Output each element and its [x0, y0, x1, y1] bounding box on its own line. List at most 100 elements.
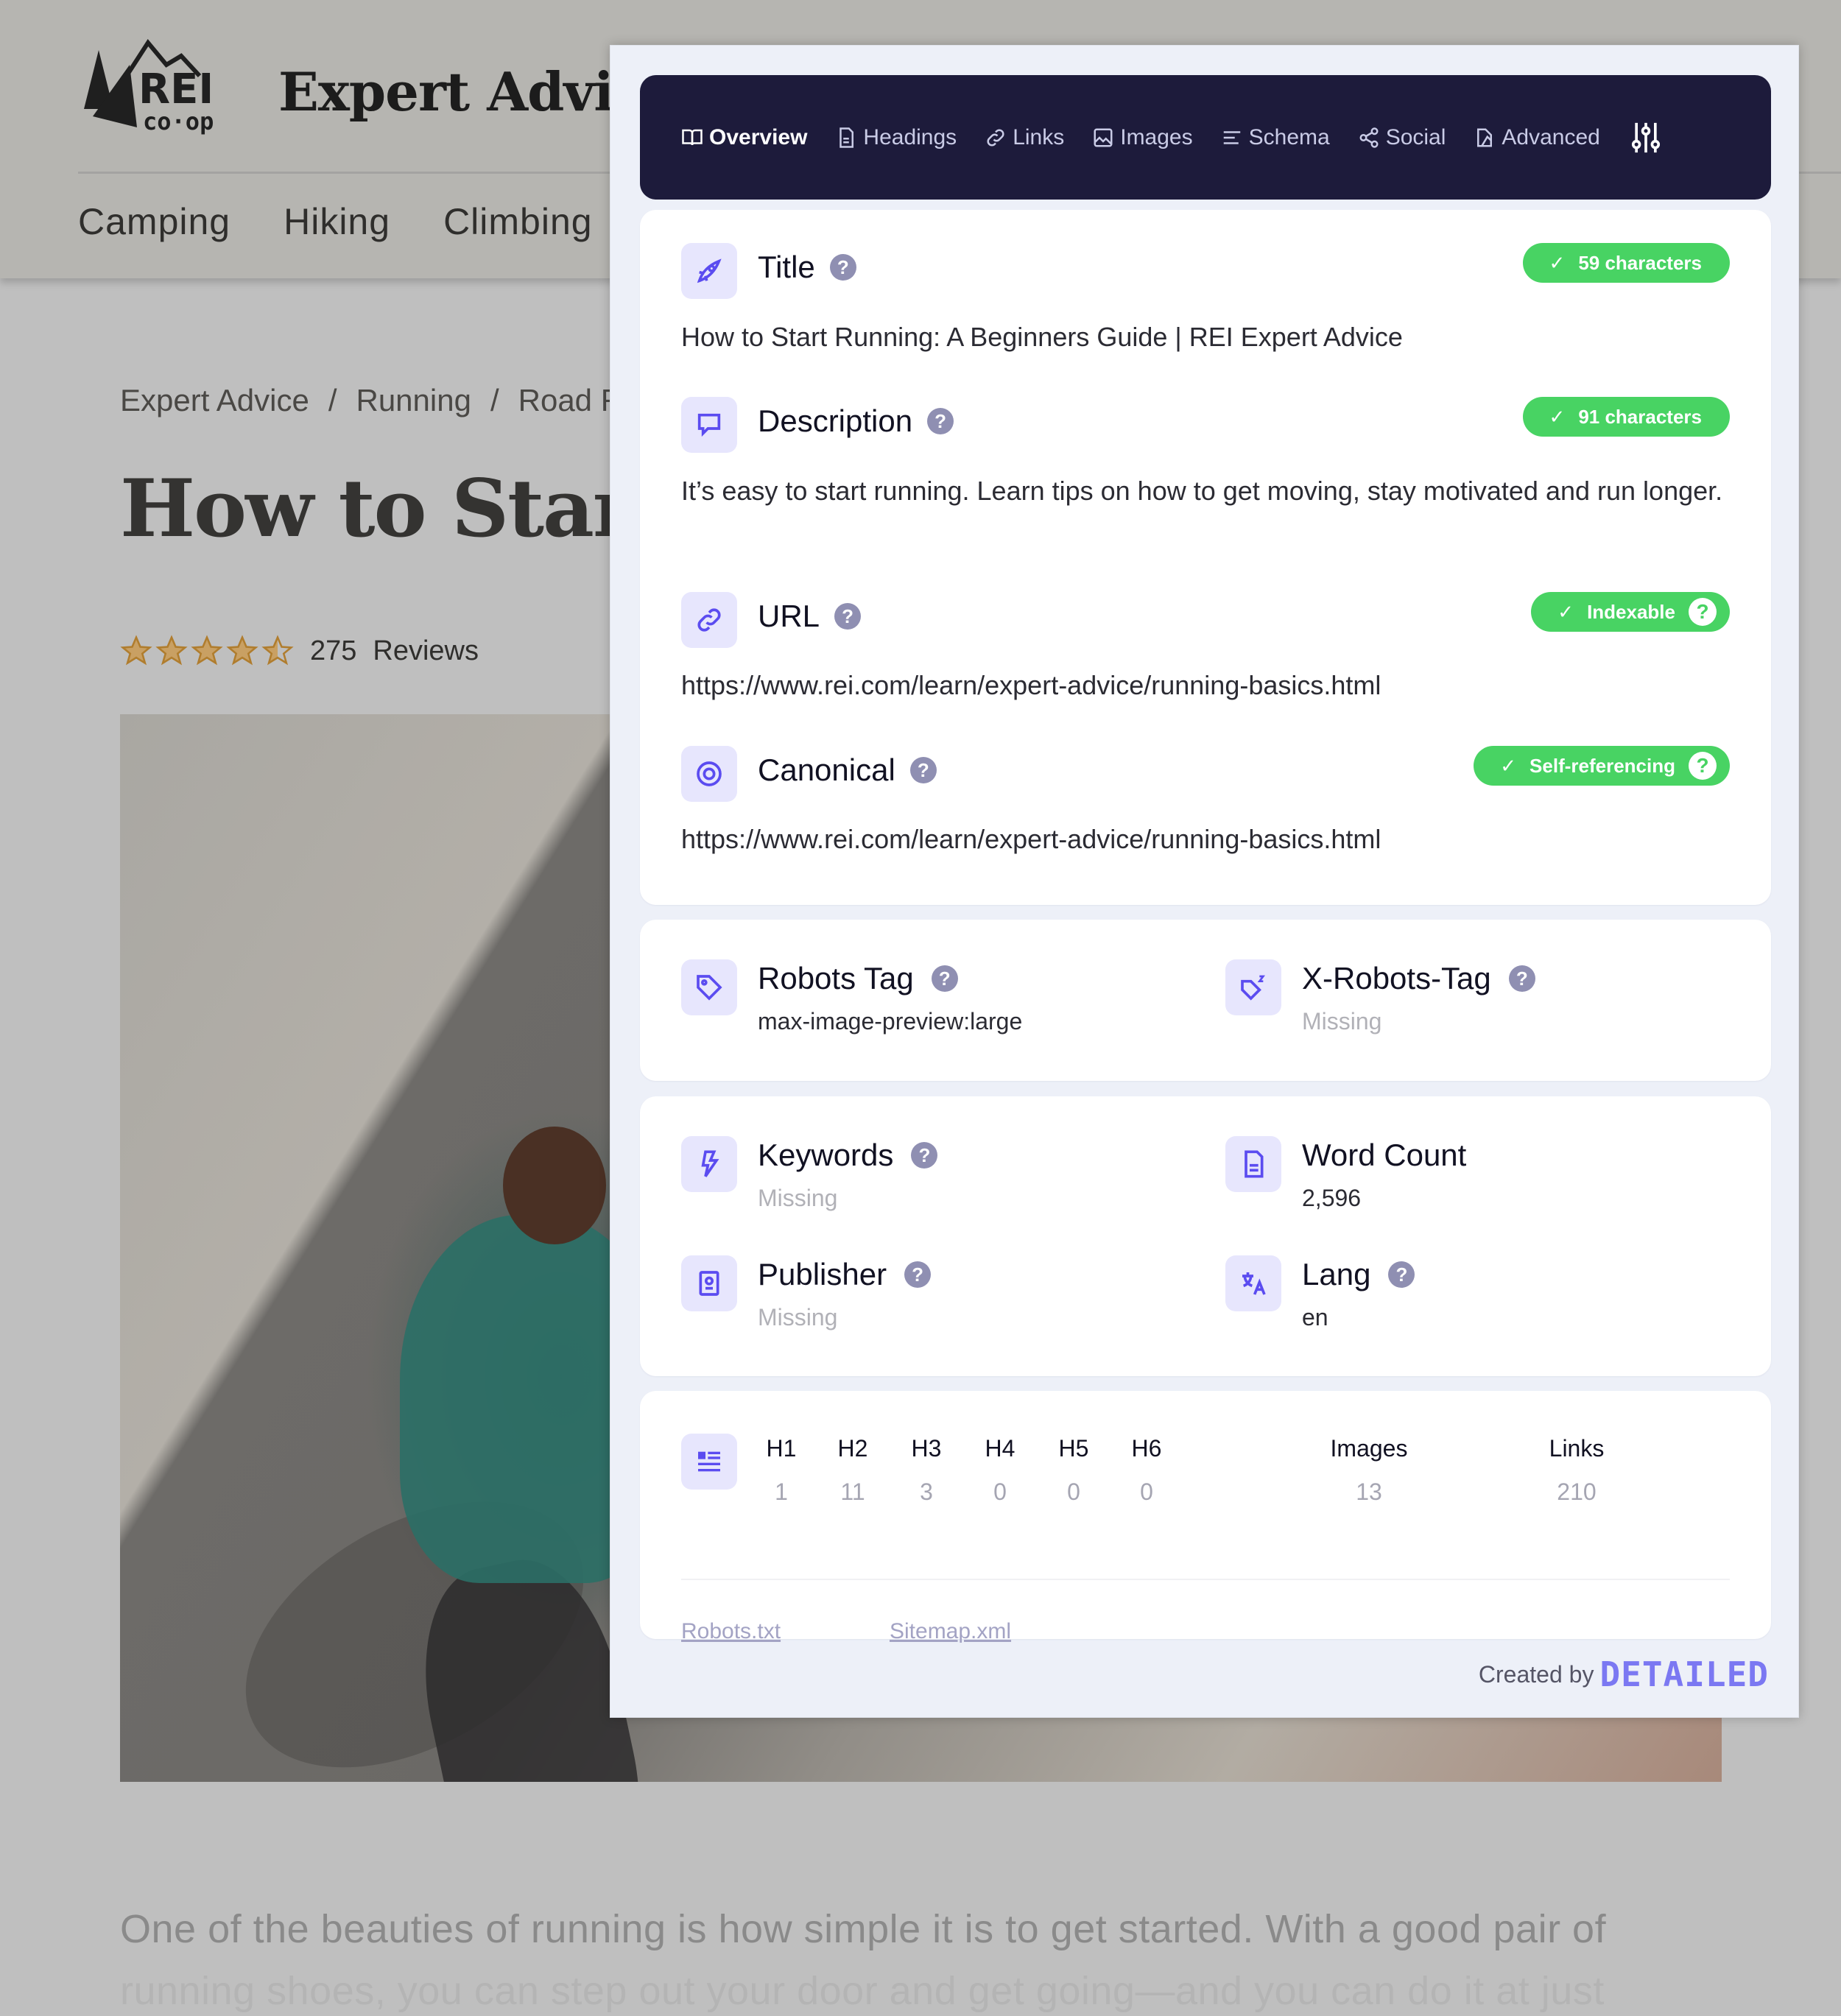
- stat-h5[interactable]: H5 0: [1033, 1435, 1114, 1506]
- keywords-icon-box: [681, 1136, 737, 1192]
- stat-links-value: 210: [1557, 1478, 1597, 1505]
- stat-h6-value: 0: [1140, 1478, 1153, 1505]
- stat-h3-label: H3: [911, 1435, 942, 1462]
- sitemap-xml-link[interactable]: Sitemap.xml: [890, 1619, 1011, 1644]
- stat-images[interactable]: Images 13: [1310, 1435, 1428, 1506]
- tab-bar: Overview Headings Links Images Schema So…: [640, 75, 1771, 200]
- site-nav: Camping Hiking Climbing: [78, 200, 593, 243]
- url-label: URL ?: [758, 599, 862, 634]
- keywords-value: Missing: [758, 1185, 838, 1211]
- nav-hiking[interactable]: Hiking: [284, 200, 390, 243]
- help-icon[interactable]: ?: [1388, 1261, 1415, 1288]
- star-full-icon: [191, 635, 223, 666]
- canonical-value[interactable]: https://www.rei.com/learn/expert-advice/…: [681, 818, 1727, 860]
- url-icon-box: [681, 592, 737, 648]
- stat-h3[interactable]: H3 3: [886, 1435, 967, 1506]
- help-icon[interactable]: ?: [1689, 752, 1717, 780]
- robots-txt-link[interactable]: Robots.txt: [681, 1619, 781, 1644]
- stat-links[interactable]: Links 210: [1518, 1435, 1636, 1506]
- tab-overview[interactable]: Overview: [681, 125, 807, 150]
- nav-climbing[interactable]: Climbing: [443, 200, 593, 243]
- keywords-label: Keywords ?: [758, 1138, 938, 1173]
- seo-extension-panel: Overview Headings Links Images Schema So…: [610, 45, 1799, 1718]
- description-label-text: Description: [758, 403, 913, 438]
- intro-line-1: One of the beauties of running is how si…: [120, 1907, 1607, 1951]
- help-icon[interactable]: ?: [911, 1142, 938, 1169]
- word-count-value: 2,596: [1302, 1185, 1362, 1211]
- description-label: Description ?: [758, 403, 954, 439]
- word-count-label: Word Count: [1302, 1138, 1466, 1173]
- book-open-icon: [682, 129, 703, 145]
- star-full-icon: [226, 635, 258, 666]
- link-icon: [987, 128, 1004, 147]
- stat-h6-label: H6: [1131, 1435, 1162, 1462]
- sliders-icon[interactable]: [1630, 120, 1662, 155]
- stat-images-label: Images: [1330, 1435, 1408, 1462]
- self-referencing-badge: ✓ Self-referencing ?: [1474, 746, 1730, 786]
- robots-tag-label: Robots Tag ?: [758, 961, 958, 996]
- link-icon: [697, 608, 721, 632]
- stat-h5-label: H5: [1058, 1435, 1089, 1462]
- page-info-card: Keywords ? Missing Word Count 2,596 Publ…: [640, 1096, 1771, 1376]
- x-robots-tag-label: X-Robots-Tag ?: [1302, 961, 1535, 996]
- lang-label-text: Lang: [1302, 1257, 1371, 1291]
- tab-headings[interactable]: Headings: [835, 125, 957, 150]
- comment-icon: [697, 413, 721, 437]
- stat-h6[interactable]: H6 0: [1106, 1435, 1187, 1506]
- review-count: 275: [310, 635, 357, 666]
- help-icon[interactable]: ?: [904, 1261, 932, 1288]
- help-icon[interactable]: ?: [931, 965, 958, 992]
- x-robots-tag-value: Missing: [1302, 1008, 1382, 1035]
- tab-links-label: Links: [1013, 124, 1065, 149]
- stats-icon-box: [681, 1434, 737, 1490]
- detailed-logo[interactable]: DETAILED: [1599, 1654, 1769, 1694]
- help-icon[interactable]: ?: [1689, 598, 1717, 626]
- image-icon: [1094, 128, 1113, 147]
- tab-schema-label: Schema: [1248, 124, 1330, 149]
- check-icon: ✓: [1549, 251, 1566, 274]
- tab-schema[interactable]: Schema: [1221, 125, 1330, 150]
- publisher-label-text: Publisher: [758, 1257, 887, 1291]
- url-value[interactable]: https://www.rei.com/learn/expert-advice/…: [681, 664, 1727, 706]
- star-rating[interactable]: 275 Reviews: [120, 635, 479, 667]
- description-value: It’s easy to start running. Learn tips o…: [681, 476, 1723, 506]
- tab-social[interactable]: Social: [1358, 125, 1446, 150]
- breadcrumb-separator: /: [490, 383, 499, 417]
- help-icon[interactable]: ?: [834, 603, 862, 630]
- tab-images-label: Images: [1120, 124, 1193, 149]
- help-icon[interactable]: ?: [927, 408, 954, 434]
- url-label-text: URL: [758, 599, 820, 633]
- lang-icon-box: [1225, 1255, 1281, 1311]
- svg-text:REI: REI: [138, 66, 214, 113]
- stat-h1-label: H1: [766, 1435, 797, 1462]
- breadcrumb: Expert Advice / Running / Road R: [120, 383, 623, 418]
- stat-h2[interactable]: H2 11: [812, 1435, 893, 1506]
- tab-images[interactable]: Images: [1092, 124, 1193, 150]
- help-icon[interactable]: ?: [909, 757, 937, 783]
- indexable-badge: ✓ Indexable ?: [1531, 592, 1730, 632]
- tab-links[interactable]: Links: [985, 125, 1064, 150]
- document-icon: [839, 127, 854, 148]
- help-icon[interactable]: ?: [829, 254, 856, 281]
- share-icon: [1359, 127, 1379, 148]
- description-icon-box: [681, 397, 737, 453]
- meta-card: Title ? ✓ 59 characters How to Start Run…: [640, 210, 1771, 905]
- word-count-label-text: Word Count: [1302, 1138, 1467, 1172]
- breadcrumb-running[interactable]: Running: [356, 383, 471, 418]
- breadcrumb-road-running[interactable]: Road R: [518, 383, 623, 418]
- stat-h3-value: 3: [920, 1478, 933, 1505]
- tab-advanced[interactable]: Advanced: [1474, 125, 1600, 150]
- breadcrumb-expert-advice[interactable]: Expert Advice: [120, 383, 309, 418]
- list-icon: [698, 1451, 720, 1472]
- svg-text:co·op: co·op: [143, 108, 214, 135]
- bolt-icon: [701, 1150, 719, 1177]
- rei-logo[interactable]: REI co·op: [78, 35, 243, 138]
- reviews-link[interactable]: Reviews: [373, 635, 479, 667]
- stat-h1-value: 1: [775, 1478, 788, 1505]
- help-icon[interactable]: ?: [1508, 965, 1535, 992]
- stat-h4[interactable]: H4 0: [960, 1435, 1041, 1506]
- publisher-value: Missing: [758, 1304, 838, 1331]
- description-length-badge: ✓ 91 characters: [1522, 397, 1730, 437]
- stat-h1[interactable]: H1 1: [741, 1435, 822, 1506]
- nav-camping[interactable]: Camping: [78, 200, 230, 243]
